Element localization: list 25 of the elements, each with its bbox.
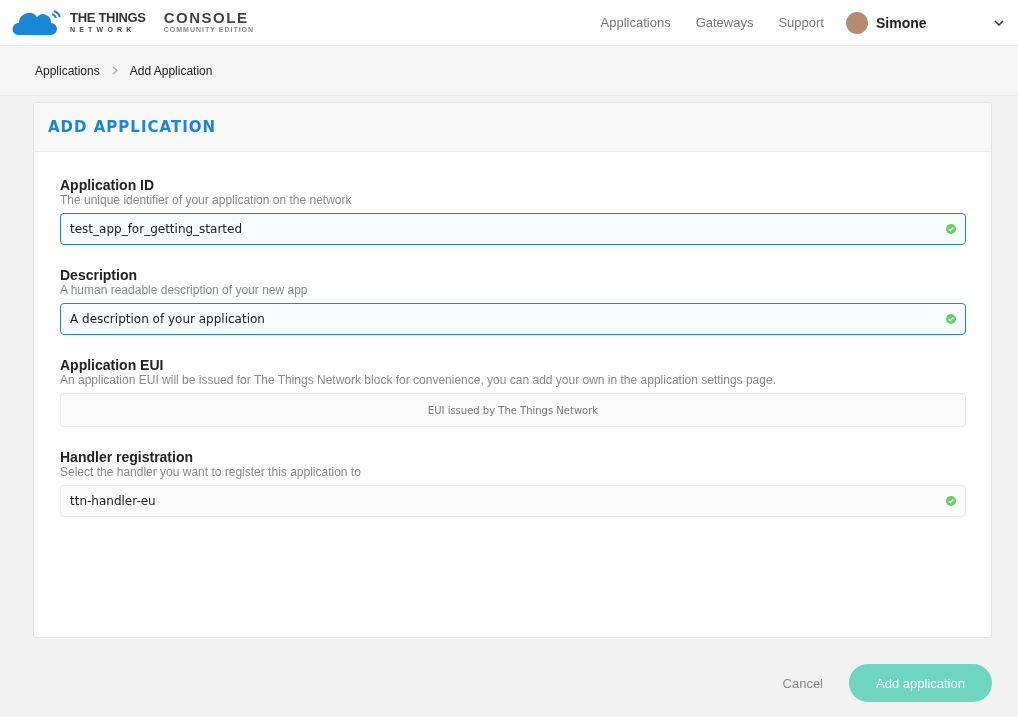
field-label: Description	[60, 267, 138, 283]
nav-link[interactable]: Gateways	[695, 15, 754, 30]
field-hint: Select the handler you want to register this application to	[60, 465, 362, 480]
field-hint: The unique identifier of your application on the network	[60, 193, 353, 208]
eui-field: EUI issued by The Things Network	[60, 393, 966, 427]
field-label: Handler registration	[60, 449, 195, 465]
avatar[interactable]	[846, 11, 868, 34]
chevron-icon	[111, 66, 118, 75]
field-hint: An application EUI will be issued for The Things Network block for convenience, you can add your own in the application settings page.	[60, 373, 777, 388]
nav-link[interactable]: Support	[778, 15, 824, 30]
input-field[interactable]: test_app_for_getting_started	[60, 213, 966, 245]
input-field[interactable]: A description of your application	[60, 303, 966, 335]
cloud-logo-icon	[12, 9, 64, 36]
breadcrumb-link[interactable]: Applications	[35, 63, 100, 78]
card-title: ADD APPLICATION	[48, 118, 217, 136]
input-field[interactable]: ttn-handler-eu	[60, 485, 966, 517]
field-label: Application EUI	[60, 357, 165, 373]
product-name: CONSOLE	[163, 10, 250, 25]
field-hint: A human readable description of your new app	[60, 283, 309, 298]
breadcrumb-link[interactable]: Add Application	[129, 63, 213, 78]
user-name[interactable]: Simone	[876, 14, 927, 31]
caret-icon[interactable]	[994, 19, 1004, 26]
field-label: Application ID	[60, 177, 156, 193]
logo-title: THE THINGS	[70, 11, 146, 25]
nav-link[interactable]: Applications	[600, 15, 671, 30]
